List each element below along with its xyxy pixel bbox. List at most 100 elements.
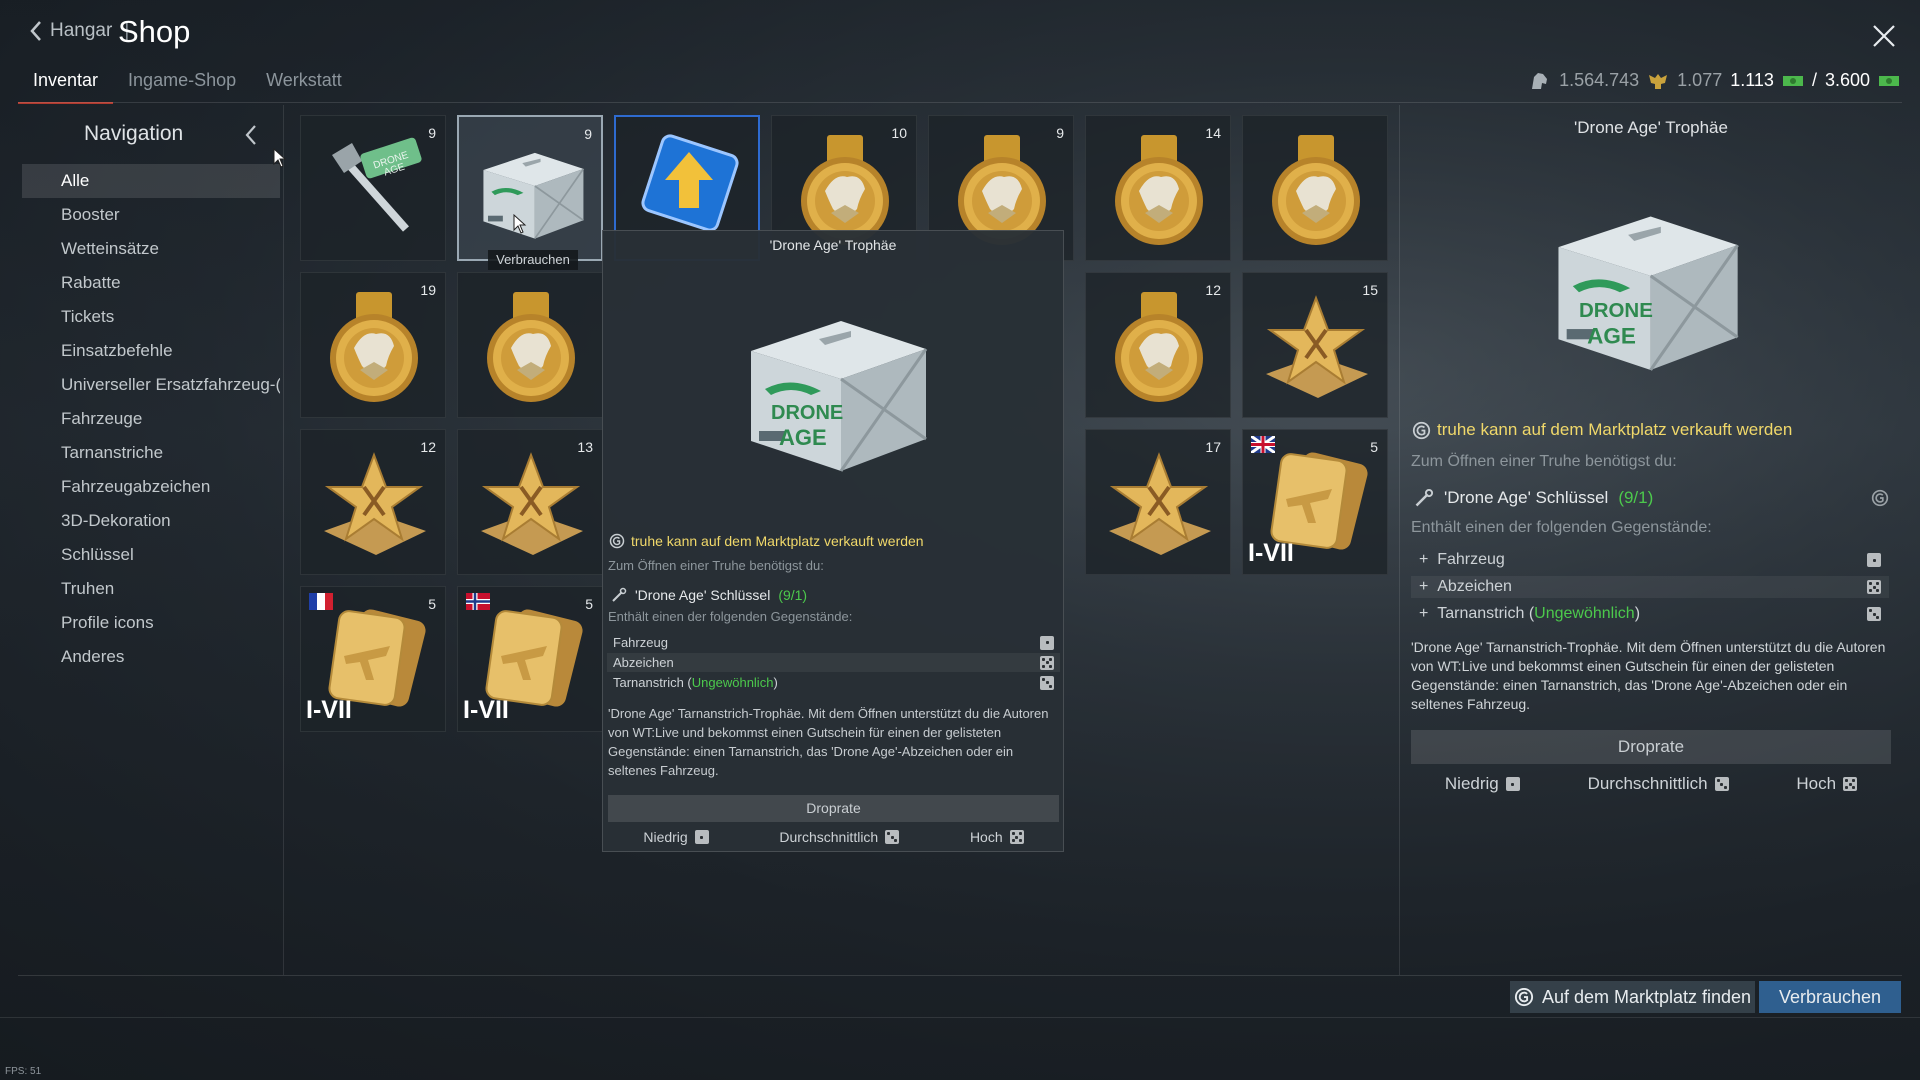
droprate-high: Hoch xyxy=(1796,774,1858,794)
dice-high-icon xyxy=(1867,580,1881,594)
popup-contains-text: Enthält einen der folgenden Gegenstände: xyxy=(608,609,853,624)
golden-eagles-amount: 1.077 xyxy=(1677,70,1723,90)
inventory-item[interactable]: 12 xyxy=(1085,272,1231,418)
droprate-low: Niedrig xyxy=(1445,774,1520,794)
marketplace-icon[interactable] xyxy=(1871,489,1889,507)
detail-rarity-label: Ungewöhnlich xyxy=(1534,605,1635,622)
popup-rarity-label: Ungewöhnlich xyxy=(691,675,774,690)
use-item-button[interactable]: Verbrauchen xyxy=(1759,981,1901,1013)
nav-item-schluessel[interactable]: Schlüssel xyxy=(22,538,280,572)
navigation-title: Navigation xyxy=(84,122,184,145)
popup-needs-text: Zum Öffnen einer Truhe benötigst du: xyxy=(608,558,824,573)
key-icon xyxy=(1415,488,1434,507)
detail-content-label-wrap: + Fahrzeug xyxy=(1419,551,1505,569)
chest-icon: DRONE AGE xyxy=(1538,183,1753,383)
tab-werkstatt[interactable]: Werkstatt xyxy=(251,66,357,104)
nav-item-wetteinsaetze[interactable]: Wetteinsätze xyxy=(22,232,280,266)
droprate-medium-label: Durchschnittlich xyxy=(779,829,879,845)
inventory-item[interactable] xyxy=(1242,115,1388,261)
detail-contains-text: Enthält einen der folgenden Gegenstände: xyxy=(1411,519,1712,536)
dice-high-icon xyxy=(1843,777,1858,791)
inventory-item[interactable]: 5 I-VII xyxy=(457,586,603,732)
inventory-item-selected[interactable]: 9 xyxy=(457,115,603,261)
medal-icon xyxy=(314,286,434,406)
star-award-icon xyxy=(471,443,591,563)
nav-item-rabatte[interactable]: Rabatte xyxy=(22,266,280,300)
inventory-item[interactable]: 15 xyxy=(1242,272,1388,418)
droprate-medium: Durchschnittlich xyxy=(1588,774,1729,794)
inventory-item[interactable]: 19 xyxy=(300,272,446,418)
inventory-item[interactable]: 14 xyxy=(1085,115,1231,261)
france-flag-icon xyxy=(309,593,333,610)
nav-item-alle[interactable]: Alle xyxy=(22,164,280,198)
popup-droprate-legend: Niedrig Durchschnittlich Hoch xyxy=(608,829,1059,845)
dice-medium-icon xyxy=(1714,777,1729,791)
detail-key-count: (9/1) xyxy=(1618,488,1654,507)
golden-eagles-icon xyxy=(1649,73,1668,89)
nav-item-tickets[interactable]: Tickets xyxy=(22,300,280,334)
inventory-item[interactable]: 13 xyxy=(457,429,603,575)
popup-market-text: truhe kann auf dem Marktplatz verkauft w… xyxy=(631,533,924,549)
nav-item-profile-icons[interactable]: Profile icons xyxy=(22,606,280,640)
detail-market-info: truhe kann auf dem Marktplatz verkauft w… xyxy=(1412,420,1792,440)
tab-inventar[interactable]: Inventar xyxy=(18,66,114,104)
medal-icon xyxy=(1099,129,1219,249)
inventory-item[interactable]: DRONE AGE 9 xyxy=(300,115,446,261)
banknote-icon xyxy=(1879,75,1899,86)
nav-item-einsatzbefehle[interactable]: Einsatzbefehle xyxy=(22,334,280,368)
chevron-left-icon xyxy=(30,21,41,41)
back-label: Hangar xyxy=(50,20,113,41)
medal-icon xyxy=(471,286,591,406)
key-icon: DRONE AGE xyxy=(332,137,422,232)
detail-content-label-wrap: + Tarnanstrich (Ungewöhnlich) xyxy=(1419,605,1641,622)
detail-content-label: Fahrzeug xyxy=(1437,551,1505,568)
nav-item-truhen[interactable]: Truhen xyxy=(22,572,280,606)
hover-tooltip: Verbrauchen xyxy=(488,250,578,270)
nav-item-3d-dekoration[interactable]: 3D-Dekoration xyxy=(22,504,280,538)
inventory-item[interactable]: 5 I-VII xyxy=(300,586,446,732)
nav-item-tarnanstriche[interactable]: Tarnanstriche xyxy=(22,436,280,470)
inventory-item[interactable]: 5 I-VII xyxy=(1242,429,1388,575)
inventory-item[interactable]: 12 xyxy=(300,429,446,575)
nav-item-fahrzeuge[interactable]: Fahrzeuge xyxy=(22,402,280,436)
medal-icon xyxy=(1256,129,1376,249)
inventory-item[interactable]: 17 xyxy=(1085,429,1231,575)
chest-art-text-1: DRONE xyxy=(771,402,843,424)
dice-low-icon xyxy=(1867,553,1881,567)
collapse-navigation-icon[interactable] xyxy=(244,124,258,146)
navigation-panel: Navigation Alle Booster Wetteinsätze Rab… xyxy=(22,112,282,972)
nav-item-ersatzfahrzeug[interactable]: Universeller Ersatzfahrzeug-( xyxy=(22,368,280,402)
item-count: 12 xyxy=(1205,282,1221,298)
item-count: 17 xyxy=(1205,439,1221,455)
detail-title: 'Drone Age' Trophäe xyxy=(1574,118,1728,137)
dice-low-icon xyxy=(1505,777,1520,791)
popup-content-label: Fahrzeug xyxy=(613,635,668,650)
detail-key-name: 'Drone Age' Schlüssel xyxy=(1444,488,1609,507)
item-count: 9 xyxy=(428,125,436,141)
droprate-high: Hoch xyxy=(970,829,1024,845)
popup-title: 'Drone Age' Trophäe xyxy=(769,237,897,253)
find-on-marketplace-button[interactable]: Auf dem Marktplatz finden xyxy=(1510,981,1755,1013)
banknote-icon xyxy=(1782,75,1803,86)
uk-flag-icon xyxy=(1251,436,1275,453)
popup-content-row: Fahrzeug xyxy=(607,633,1060,652)
fps-counter: FPS: 51 xyxy=(5,1066,42,1077)
detail-droprate-legend: Niedrig Durchschnittlich Hoch xyxy=(1411,774,1891,794)
droprate-medium: Durchschnittlich xyxy=(779,829,900,845)
popup-market-info: truhe kann auf dem Marktplatz verkauft w… xyxy=(609,533,924,549)
nav-item-fahrzeugabzeichen[interactable]: Fahrzeugabzeichen xyxy=(22,470,280,504)
dice-medium-icon xyxy=(1040,675,1054,690)
nav-item-anderes[interactable]: Anderes xyxy=(22,640,280,674)
close-icon[interactable] xyxy=(1870,22,1898,50)
inventory-item[interactable] xyxy=(457,272,603,418)
detail-content-label-wrap: + Abzeichen xyxy=(1419,578,1512,596)
nav-item-booster[interactable]: Booster xyxy=(22,198,280,232)
item-tooltip-popup: 'Drone Age' Trophäe DRONE AGE truhe kann… xyxy=(602,230,1064,852)
droprate-low: Niedrig xyxy=(643,829,709,845)
item-count: 10 xyxy=(891,125,907,141)
currency-display: 1.564.743 1.077 1.113 / 3.600 xyxy=(1529,70,1900,91)
star-award-icon xyxy=(1099,443,1219,563)
tab-ingame-shop[interactable]: Ingame-Shop xyxy=(113,66,251,104)
popup-content-label: Tarnanstrich xyxy=(613,675,684,690)
item-count: 19 xyxy=(420,282,436,298)
